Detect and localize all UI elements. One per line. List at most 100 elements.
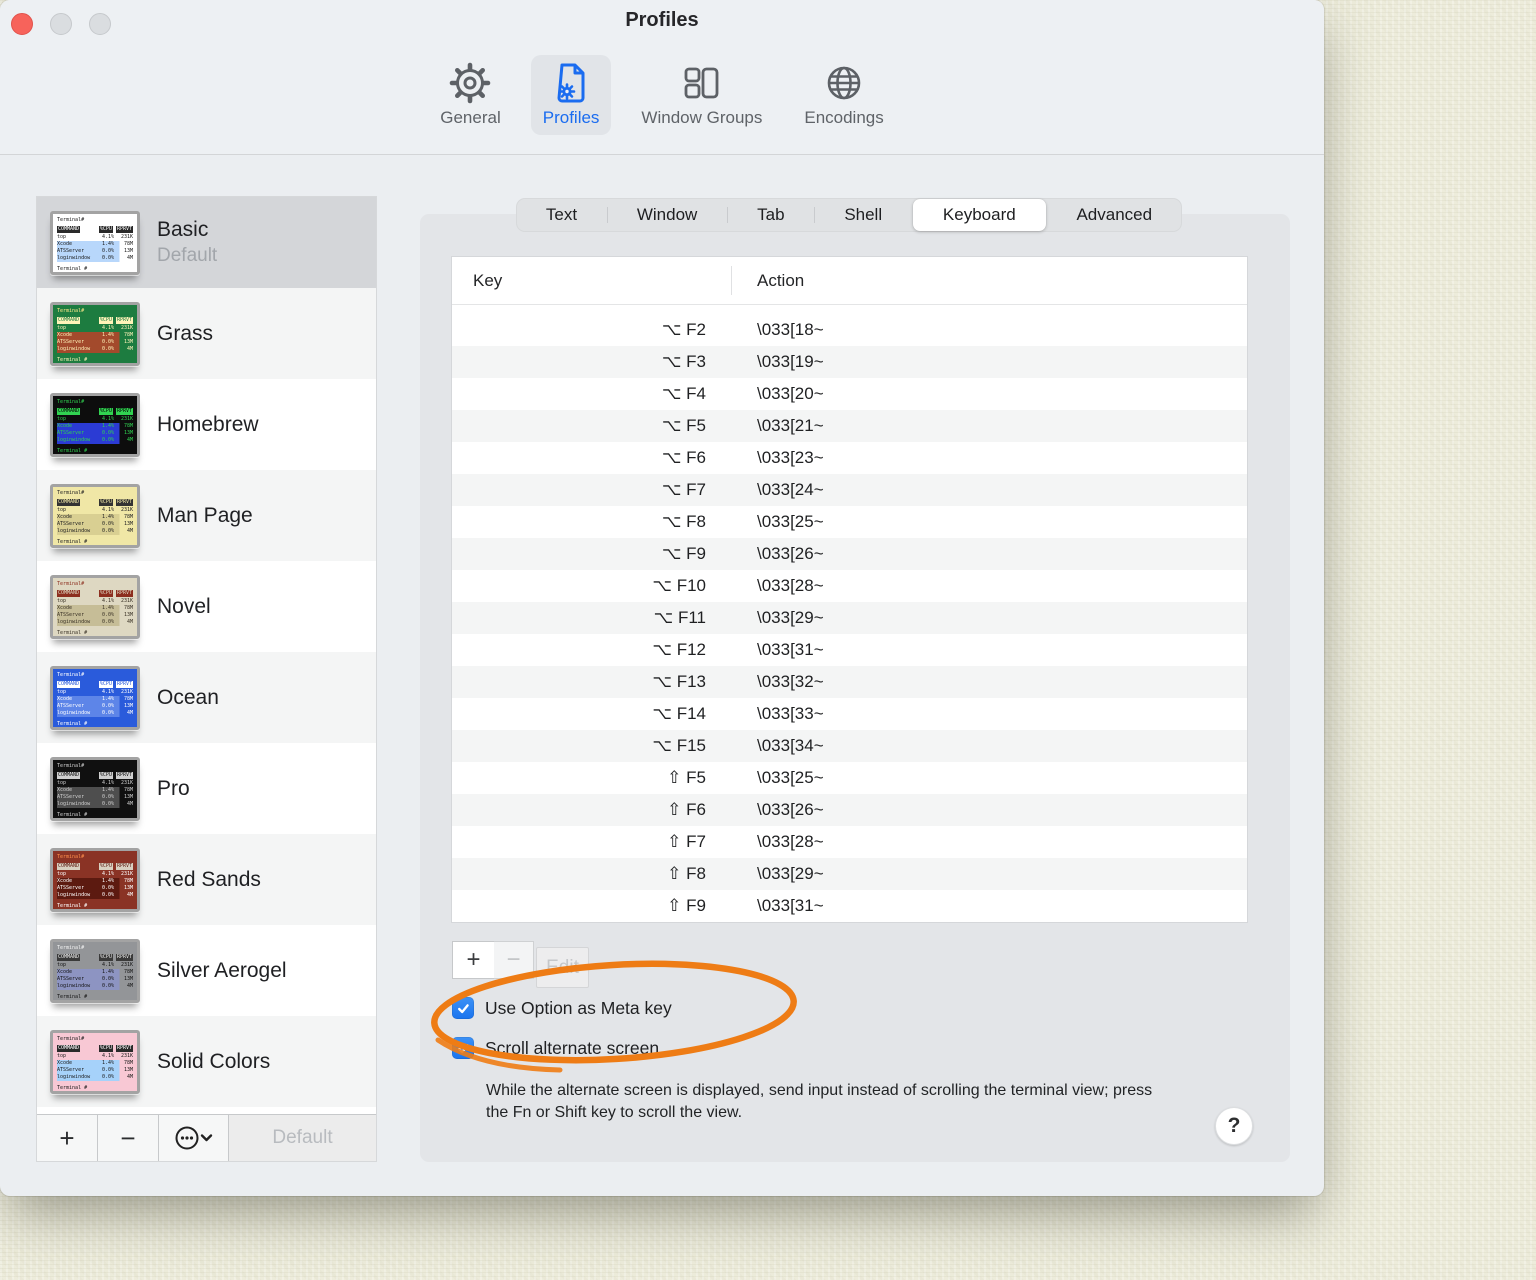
tab-text[interactable]: Text (516, 198, 607, 232)
thumb-header-chip: %CPU (98, 498, 113, 506)
thumb-row: top 4.1% 231K (57, 780, 133, 787)
thumb-cpu: 0.0% (101, 793, 114, 800)
tab-shell[interactable]: Shell (814, 198, 912, 232)
table-row[interactable]: ⌥ F10 \033[28~ (452, 570, 1247, 602)
table-row[interactable]: ⌥ F11 \033[29~ (452, 602, 1247, 634)
profile-row-silver-aerogel[interactable]: Terminal# COMMAND %CPU RPRVT top 4.1% 231K Xcod… (37, 925, 376, 1016)
thumb-row: ATSServer 0.0% 13M (57, 520, 133, 528)
thumb-mem: 13M (123, 247, 133, 254)
thumb-header: COMMAND %CPU RPRVT (57, 1044, 133, 1052)
toolbar-item-window-groups[interactable]: Window Groups (629, 55, 774, 135)
table-row[interactable]: ⌥ F14 \033[33~ (452, 698, 1247, 730)
profile-row-red-sands[interactable]: Terminal# COMMAND %CPU RPRVT top 4.1% 231K Xcod… (37, 834, 376, 925)
toolbar-item-profiles[interactable]: Profiles (530, 55, 612, 135)
modifier-glyph: ⇧ (667, 832, 682, 851)
thumb-prompt: Terminal # (57, 356, 88, 363)
thumb-mem: 78M (123, 331, 133, 338)
table-row[interactable]: ⇧ F7 \033[28~ (452, 826, 1247, 858)
thumb-header-chip: COMMAND (57, 953, 81, 961)
toolbar-item-encodings[interactable]: Encodings (792, 55, 895, 135)
default-button[interactable]: Default (229, 1115, 376, 1161)
thumb-header-chip: %CPU (98, 771, 113, 779)
table-row[interactable]: ⇧ F8 \033[29~ (452, 858, 1247, 890)
table-row[interactable]: ⌥ F4 \033[20~ (452, 378, 1247, 410)
key-cell: ⌥ F8 (452, 512, 706, 532)
scroll-alternate-screen-checkbox[interactable] (452, 1037, 474, 1059)
table-row[interactable]: ⌥ F12 \033[31~ (452, 634, 1247, 666)
tab-tab[interactable]: Tab (727, 198, 814, 232)
thumb-cpu: 1.4% (101, 604, 114, 611)
table-row[interactable]: ⌥ F8 \033[25~ (452, 506, 1247, 538)
thumb-row: loginwindow 0.0% 4M (57, 345, 133, 353)
thumb-header-chip: COMMAND (57, 862, 81, 870)
thumb-cpu: 4.1% (101, 506, 114, 513)
thumb-header-chip: COMMAND (57, 225, 81, 233)
titlebar-toolbar: Profiles General Profiles Window Groups … (0, 0, 1324, 155)
remove-profile-button[interactable]: − (98, 1115, 159, 1161)
action-cell: \033[18~ (757, 320, 824, 339)
thumb-title: Terminal# (57, 489, 85, 496)
remove-key-button[interactable]: − (494, 941, 534, 979)
profile-thumbnail-homebrew: Terminal# COMMAND %CPU RPRVT top 4.1% 231K Xcod… (50, 392, 140, 457)
thumb-mem: 78M (123, 1059, 133, 1066)
thumb-title: Terminal# (57, 762, 85, 769)
table-row[interactable]: ⌥ F7 \033[24~ (452, 474, 1247, 506)
table-row[interactable]: ⌥ F6 \033[23~ (452, 442, 1247, 474)
add-profile-button[interactable]: + (37, 1115, 98, 1161)
table-row[interactable]: ⌥ F2 \033[18~ (452, 314, 1247, 346)
thumb-row: loginwindow 0.0% 4M (57, 800, 133, 808)
action-cell: \033[31~ (757, 896, 824, 915)
action-cell: \033[31~ (757, 640, 824, 659)
table-row[interactable]: ⌥ F13 \033[32~ (452, 666, 1247, 698)
thumb-header: COMMAND %CPU RPRVT (57, 225, 133, 233)
tab-advanced[interactable]: Advanced (1047, 198, 1182, 232)
toolbar-item-general[interactable]: General (428, 55, 512, 135)
thumb-cpu: 0.0% (101, 254, 114, 261)
tab-window[interactable]: Window (606, 198, 727, 232)
thumb-proc: loginwindow (57, 345, 91, 352)
table-row[interactable]: ⌥ F15 \033[34~ (452, 730, 1247, 762)
thumb-cpu: 4.1% (101, 870, 114, 877)
table-row[interactable]: ⇧ F6 \033[26~ (452, 794, 1247, 826)
key-cell: ⌥ F2 (452, 320, 706, 340)
thumb-mem: 13M (123, 884, 133, 891)
thumb-proc: top (57, 597, 67, 604)
profile-row-grass[interactable]: Terminal# COMMAND %CPU RPRVT top 4.1% 231K Xcod… (37, 288, 376, 379)
alternate-screen-help-text: While the alternate screen is displayed,… (486, 1082, 1153, 1121)
profile-row-man-page[interactable]: Terminal# COMMAND %CPU RPRVT top 4.1% 231K Xcod… (37, 470, 376, 561)
table-row[interactable]: ⇧ F5 \033[25~ (452, 762, 1247, 794)
profile-row-basic[interactable]: Terminal# COMMAND %CPU RPRVT top 4.1% 231K Xcod… (37, 197, 376, 288)
thumb-cpu: 1.4% (101, 1059, 114, 1066)
profile-row-ocean[interactable]: Terminal# COMMAND %CPU RPRVT top 4.1% 231K Xcod… (37, 652, 376, 743)
profile-name: Silver Aerogel (157, 958, 287, 982)
thumb-header: COMMAND %CPU RPRVT (57, 680, 133, 688)
column-divider[interactable] (731, 266, 732, 295)
modifier-glyph: ⇧ (667, 768, 682, 787)
tab-keyboard[interactable]: Keyboard (913, 199, 1046, 231)
gear-icon (450, 62, 491, 104)
profile-row-pro[interactable]: Terminal# COMMAND %CPU RPRVT top 4.1% 231K Xcod… (37, 743, 376, 834)
table-row[interactable]: ⌥ F3 \033[19~ (452, 346, 1247, 378)
key-cell: ⌥ F13 (452, 672, 706, 692)
thumb-cpu: 0.0% (101, 247, 114, 254)
edit-key-button[interactable]: Edit (536, 947, 589, 988)
table-row[interactable]: ⌥ F5 \033[21~ (452, 410, 1247, 442)
modifier-glyph: ⇧ (667, 800, 682, 819)
table-row[interactable]: ⌥ F9 \033[26~ (452, 538, 1247, 570)
profile-actions-menu-button[interactable] (159, 1115, 229, 1161)
thumb-header: COMMAND %CPU RPRVT (57, 407, 133, 415)
key-cell: ⇧ F9 (452, 896, 706, 916)
use-option-as-meta-key-checkbox[interactable] (452, 997, 474, 1019)
table-row[interactable]: ⇧ F9 \033[31~ (452, 890, 1247, 922)
thumb-proc: top (57, 779, 67, 786)
thumb-mem: 4M (126, 709, 133, 716)
key-cell: ⌥ F4 (452, 384, 706, 404)
profile-row-homebrew[interactable]: Terminal# COMMAND %CPU RPRVT top 4.1% 231K Xcod… (37, 379, 376, 470)
thumb-proc: Xcode (57, 604, 73, 611)
profile-row-novel[interactable]: Terminal# COMMAND %CPU RPRVT top 4.1% 231K Xcod… (37, 561, 376, 652)
key-cell: ⇧ F8 (452, 864, 706, 884)
thumb-proc: Xcode (57, 695, 73, 702)
add-key-button[interactable]: + (452, 941, 495, 979)
help-button[interactable]: ? (1215, 1107, 1253, 1145)
profile-row-solid-colors[interactable]: Terminal# COMMAND %CPU RPRVT top 4.1% 231K Xcod… (37, 1016, 376, 1107)
